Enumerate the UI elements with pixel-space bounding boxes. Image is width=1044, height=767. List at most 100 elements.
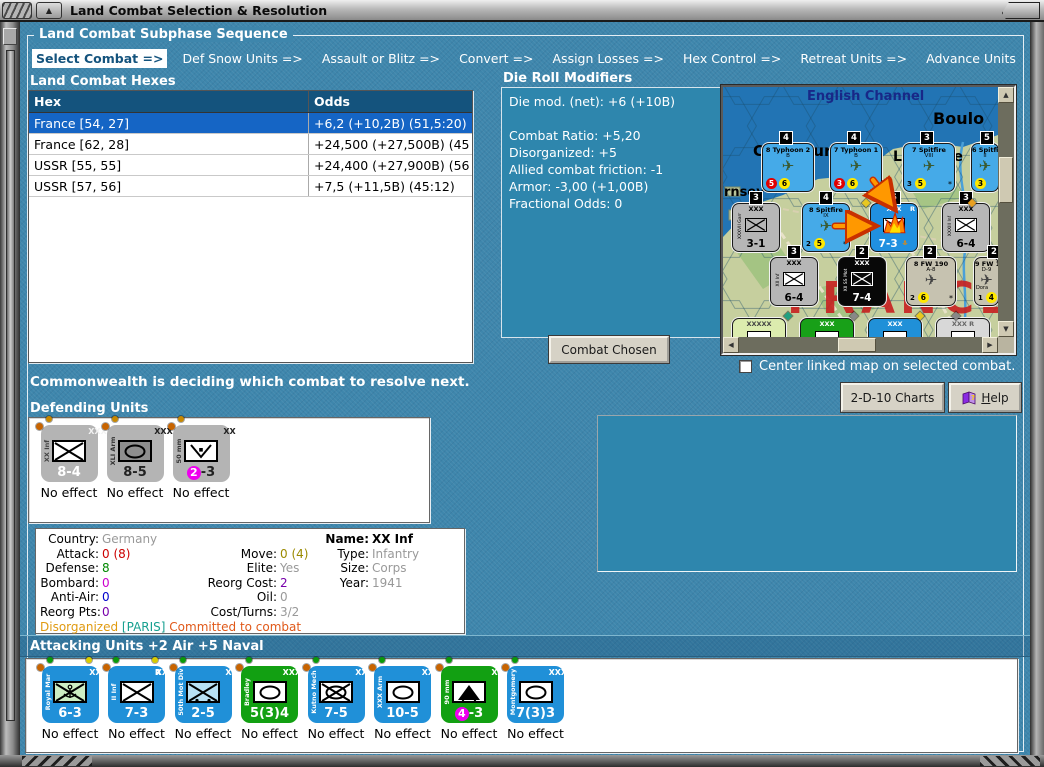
scroll-right-button[interactable]: ▶ [982, 337, 998, 353]
attacking-unit-counter-2[interactable]: II Inf XXX R 7-3 [103, 657, 174, 723]
window-frame-right [1030, 22, 1044, 755]
unit-status-1: Disorganized [40, 620, 119, 634]
status-dot [246, 657, 252, 663]
attacking-unit-1: Royal Mar XXX 6-3 No effect [36, 657, 108, 741]
status-dot [167, 423, 175, 430]
defending-unit-3: 50 mm XX 2 -3 No effect [167, 416, 236, 500]
stack-count-badge: 2 [988, 246, 998, 258]
unit-strength: 10-5 [386, 706, 419, 721]
unit-info-panel: Country: Germany Name: XX Inf Attack: 0 (8) Mo… [35, 528, 465, 634]
defending-unit-counter-3[interactable]: 50 mm XX 2 -3 [167, 416, 236, 482]
unit-effect-label: No effect [241, 726, 298, 741]
horizontal-scroll-thumb[interactable] [838, 338, 876, 352]
hex-table-row-3[interactable]: USSR [55, 55] +24,400 (+27,900B) (56 [29, 155, 472, 176]
info-value: 0 [102, 604, 110, 619]
air-rating-chip: 6 [917, 292, 929, 303]
unit-effect-label: No effect [440, 726, 498, 741]
charts-button[interactable]: 2-D-10 Charts [841, 383, 944, 412]
drm-line-7: Fractional Odds: 0 [509, 196, 623, 211]
map-counter-12[interactable]: 9 FW 19D-9✈14Dora [975, 258, 998, 305]
unit-corner-flag: R [909, 205, 915, 213]
subphase-step-5[interactable]: Assign Losses => [549, 49, 668, 68]
hex-table-row-1[interactable]: France [54, 27] +6,2 (+10,2B) (51,5:20) [29, 113, 472, 134]
defending-unit-counter-1[interactable]: XX Inf XXX 8-4 [35, 416, 107, 482]
map-vertical-scrollbar[interactable]: ▲ ▼ [998, 87, 1014, 337]
unit-strength: 7-3 [124, 706, 149, 721]
center-map-checkbox[interactable] [739, 360, 752, 373]
attacking-unit-counter-5[interactable]: Kutno Mech XXX 7-5 [302, 657, 374, 723]
scroll-down-button[interactable]: ▼ [998, 321, 1014, 337]
column-header-hex[interactable]: Hex [29, 91, 309, 112]
subphase-step-1[interactable]: Select Combat => [32, 49, 168, 68]
column-header-odds[interactable]: Odds [309, 91, 472, 112]
combat-chosen-button[interactable]: Combat Chosen [549, 336, 669, 363]
map-counter-4[interactable]: 6 SpitfirII✈3 [972, 144, 998, 191]
linked-map[interactable]: English ChannelBouloCherbourgrnseyJerseL… [721, 85, 1016, 355]
attacking-unit-counter-1[interactable]: Royal Mar XXX 6-3 [36, 657, 108, 723]
unit-armor-symbol-icon [518, 681, 553, 703]
unit-strength: 4 -3 [441, 706, 498, 721]
info-label: Year: [339, 575, 369, 590]
titlebar[interactable]: ▲ Land Combat Selection & Resolution [0, 0, 1044, 22]
map-counter-partial-4[interactable]: XXX R [937, 319, 989, 337]
subphase-step-2[interactable]: Def Snow Units => [179, 49, 307, 68]
attacking-unit-counter-3[interactable]: 50th Mot Div XX 2-5 [169, 657, 238, 723]
map-counter-5[interactable]: XXX XXXVII Garr 3-1 [733, 204, 779, 251]
unit-size-label: XXX [819, 320, 835, 328]
map-counter-1[interactable]: 8 Typhoon 2 B ✈ 5 6 [763, 144, 813, 191]
map-counter-9[interactable]: XXX XII Inf 6-4 [771, 258, 817, 305]
map-counter-partial-3[interactable]: XXX [869, 319, 921, 337]
window-menu-icon[interactable] [2, 2, 32, 19]
map-counter-partial-1[interactable]: XXXXX [733, 319, 785, 337]
hex-table-row-4[interactable]: USSR [57, 56] +7,5 (+11,5B) (45:12) [29, 176, 472, 197]
unit-inf-symbol-icon [955, 218, 977, 232]
subphase-step-4[interactable]: Convert => [455, 49, 537, 68]
help-button[interactable]: ? Help [949, 383, 1021, 412]
map-viewport[interactable]: English ChannelBouloCherbourgrnseyJerseL… [723, 87, 998, 337]
air-rating-number: 2 [910, 293, 915, 302]
drm-line-4: Disorganized: +5 [509, 145, 617, 160]
unit-strength: 2 -3 [173, 465, 230, 480]
subphase-step-3[interactable]: Assault or Blitz => [318, 49, 444, 68]
window-shade-button[interactable]: ▲ [36, 2, 62, 19]
info-value: 0 [102, 575, 110, 590]
status-dot [152, 657, 158, 663]
map-counter-7[interactable]: XXX R 7-3 [871, 204, 917, 251]
subphase-step-6[interactable]: Hex Control => [679, 49, 785, 68]
window-frame-bottom [0, 755, 1044, 767]
vertical-scroll-thumb[interactable] [999, 157, 1013, 203]
scroll-up-button[interactable]: ▲ [998, 87, 1014, 103]
attacking-unit-counter-4[interactable]: Bradley XXXXX 5(3)4 [236, 657, 313, 723]
status-dot [512, 657, 518, 663]
unit-effect-label: No effect [507, 726, 564, 741]
map-counter-3[interactable]: 7 Spitfire VIII ✈ 3 5 * [904, 144, 954, 191]
air-unit-ratings: 26 [910, 292, 929, 303]
center-map-row: Center linked map on selected combat. [739, 359, 1015, 374]
scroll-left-button[interactable]: ◀ [723, 337, 739, 353]
attacking-unit-counter-7[interactable]: 90 mm XX 4 -3 [435, 657, 504, 723]
info-label [194, 532, 280, 547]
window-close-button[interactable] [1002, 2, 1040, 19]
stack-count-badge: 4 [820, 192, 832, 204]
help-button-label: Help [981, 390, 1009, 405]
defending-unit-counter-2[interactable]: XLI Arm XXX 8-5 [101, 416, 173, 482]
attacking-unit-2: II Inf XXX R 7-3 No effect [103, 657, 174, 741]
map-counter-partial-2[interactable]: XXX [801, 319, 853, 337]
unit-strength: 8-5 [123, 465, 147, 480]
subphase-step-7[interactable]: Retreat Units => [796, 49, 911, 68]
hex-table-row-2[interactable]: France [62, 28] +24,500 (+27,500B) (45 [29, 134, 472, 155]
unit-motinf-symbol-icon [186, 681, 220, 703]
map-horizontal-scrollbar[interactable]: ◀ ▶ [723, 337, 998, 353]
unit-inf-symbol-icon [783, 272, 805, 286]
info-label: Bombard: [40, 575, 99, 590]
attacking-unit-counter-6[interactable]: XXX Arm XXX 10-5 [369, 657, 440, 723]
map-counter-2[interactable]: 7 Typhoon 1 B ✈ 3 6 [831, 144, 881, 191]
map-counter-11[interactable]: 8 FW 190 A-8 ✈ 2 6 * [907, 258, 955, 305]
map-counter-6[interactable]: 8 Spitfire IX ✈ 2 5 * [803, 204, 849, 251]
attacking-unit-counter-8[interactable]: Montgomery XXXXX 7(3)3 [502, 657, 579, 723]
center-map-label: Center linked map on selected combat. [759, 359, 1016, 374]
map-counter-10[interactable]: XXX XII SS Mot 7-4 [839, 258, 885, 305]
subphase-step-8[interactable]: Advance Units [922, 49, 1020, 68]
unit-effect-label: No effect [172, 485, 230, 500]
map-counter-8[interactable]: XXX XXXIII Inf 6-4 [943, 204, 989, 251]
